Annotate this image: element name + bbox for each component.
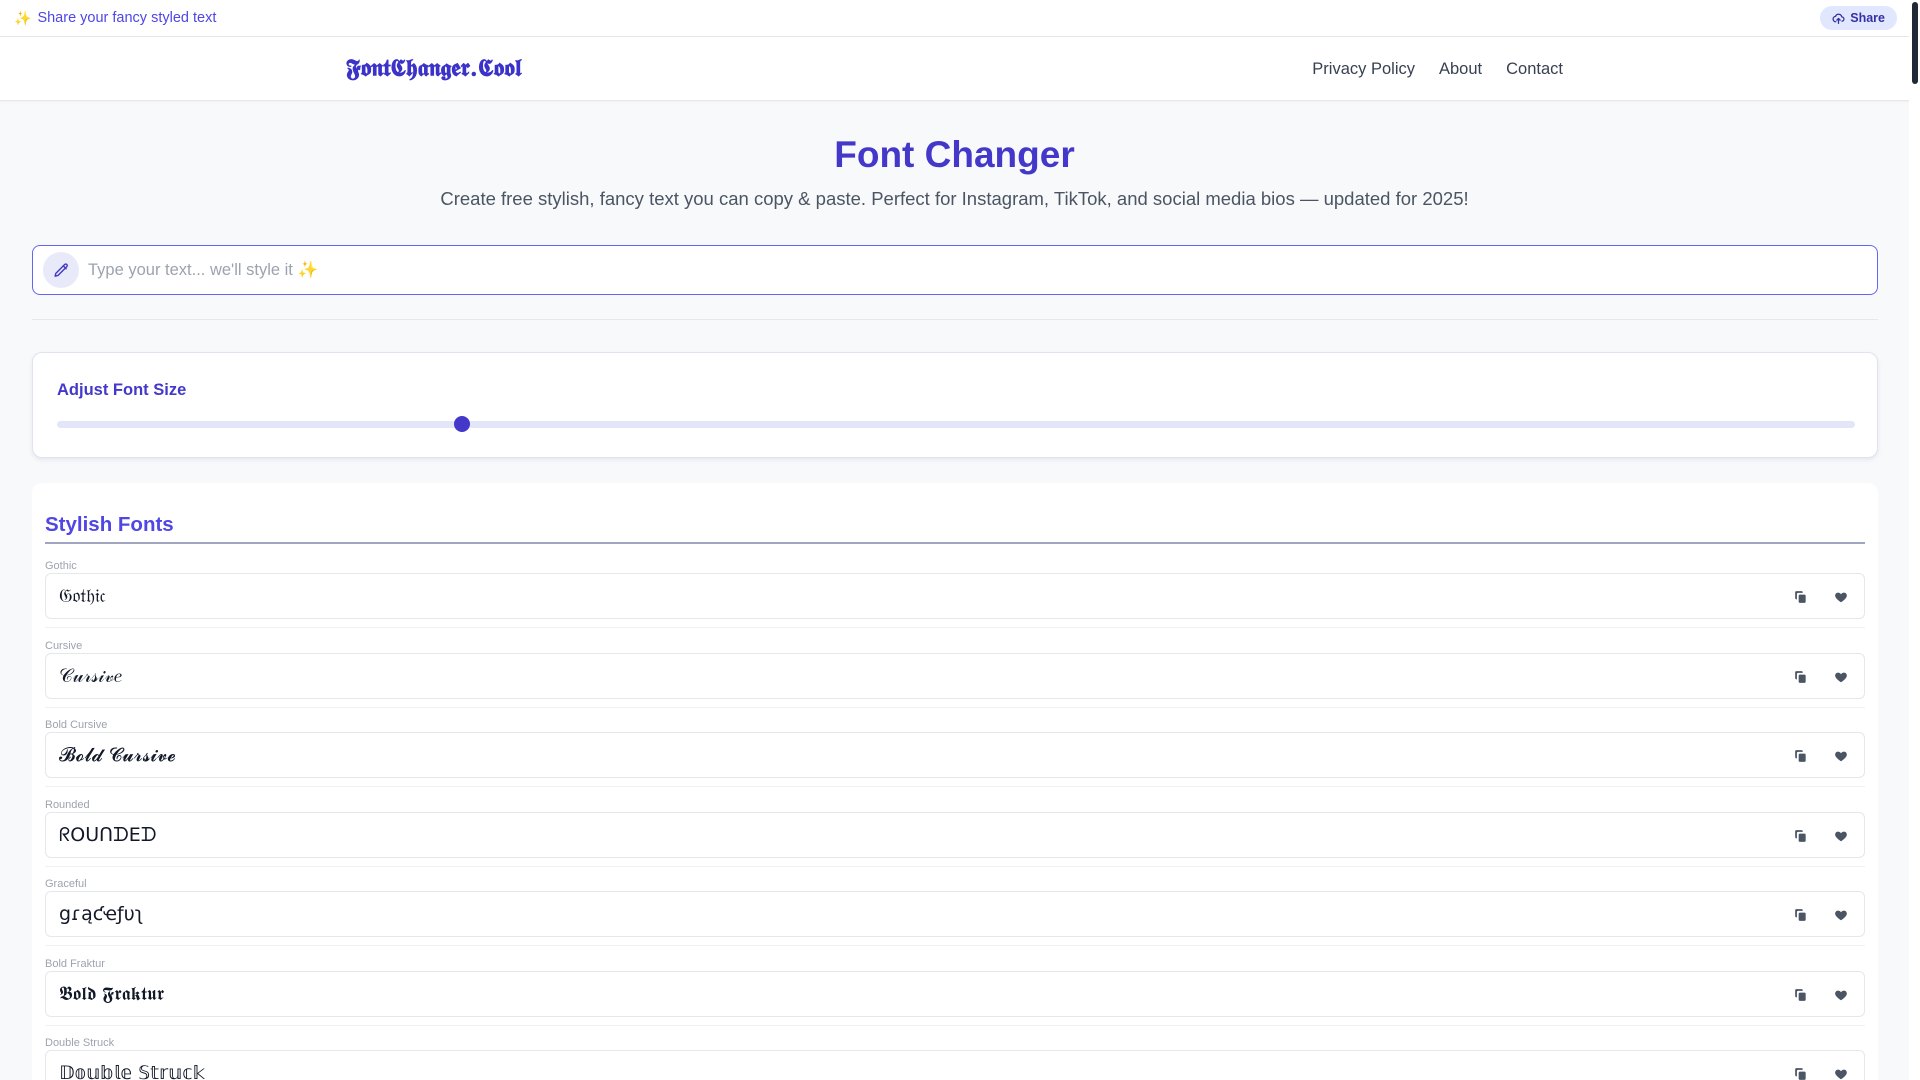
font-item-divider bbox=[45, 627, 1865, 628]
font-preview-row[interactable]: 𝒞𝓊𝓇𝓈𝒾𝓋𝑒 bbox=[45, 652, 1865, 700]
heart-icon[interactable] bbox=[1832, 827, 1850, 845]
cloud-upload-icon bbox=[1832, 13, 1845, 24]
font-preview-row[interactable]: ᖇOᑌᑎᗪEᗪ bbox=[45, 811, 1865, 859]
font-sample-text: ցɾąƈҽƒυʅ bbox=[59, 903, 144, 925]
nav-links: Privacy Policy About Contact bbox=[1312, 37, 1563, 101]
font-item: Rounded ᖇOᑌᑎᗪEᗪ bbox=[45, 799, 1865, 879]
font-item-divider bbox=[45, 706, 1865, 708]
font-preview-row[interactable]: 𝔊𝔬𝔱𝔥𝔦𝔠 bbox=[45, 573, 1865, 619]
style-text-input[interactable] bbox=[88, 260, 1868, 280]
font-item-divider bbox=[45, 1024, 1865, 1026]
scrollbar-thumb[interactable] bbox=[1912, 2, 1918, 84]
font-sample-text: 𝕭𝖔𝖑𝖉 𝕱𝖗𝖆𝖐𝖙𝖚𝖗 bbox=[59, 982, 165, 1005]
heart-icon[interactable] bbox=[1832, 986, 1850, 1004]
heart-icon[interactable] bbox=[1832, 747, 1850, 765]
font-item-divider bbox=[45, 786, 1865, 787]
announcement-text: Share your fancy styled text bbox=[37, 10, 217, 26]
font-actions bbox=[1792, 892, 1850, 938]
site-logo[interactable]: 𝕱𝖔𝖓𝖙𝕮𝖍𝖆𝖓𝖌𝖊𝖗.𝕮𝖔𝖔𝖑 bbox=[346, 53, 522, 82]
font-preview-row[interactable]: ցɾąƈҽƒυʅ bbox=[45, 891, 1865, 937]
font-item: Graceful ցɾąƈҽƒυʅ bbox=[45, 878, 1865, 958]
font-preview-row[interactable]: 𝓑𝓸𝓵𝓭 𝓒𝓾𝓻𝓼𝓲𝓿𝓮 bbox=[45, 732, 1865, 778]
nav-link-contact[interactable]: Contact bbox=[1506, 60, 1563, 79]
page-scrollbar[interactable] bbox=[1909, 0, 1920, 1080]
font-size-label: Adjust Font Size bbox=[57, 381, 187, 399]
font-style-label: Double Struck bbox=[45, 1037, 115, 1049]
copy-icon[interactable] bbox=[1792, 747, 1810, 765]
font-actions bbox=[1792, 813, 1850, 859]
font-sample-text: 𝓑𝓸𝓵𝓭 𝓒𝓾𝓻𝓼𝓲𝓿𝓮 bbox=[59, 744, 176, 766]
heart-icon[interactable] bbox=[1832, 1065, 1850, 1080]
font-preview-row[interactable]: 𝔻𝕠𝕦𝕓𝕝𝕖 𝕊𝕥𝕣𝕦𝕔𝕜 bbox=[45, 1050, 1865, 1080]
font-size-slider-thumb[interactable] bbox=[453, 416, 470, 432]
font-item: Cursive 𝒞𝓊𝓇𝓈𝒾𝓋𝑒 bbox=[45, 640, 1865, 720]
page-title: Font Changer bbox=[834, 134, 1075, 175]
font-style-label: Bold Fraktur bbox=[45, 957, 105, 970]
copy-icon[interactable] bbox=[1792, 986, 1810, 1004]
nav-link-about[interactable]: About bbox=[1439, 60, 1482, 79]
font-actions bbox=[1792, 574, 1850, 620]
stylish-fonts-heading: Stylish Fonts bbox=[45, 513, 174, 536]
font-size-slider-track[interactable] bbox=[57, 421, 1855, 428]
font-style-label: Graceful bbox=[45, 878, 87, 890]
main-navigation: 𝕱𝖔𝖓𝖙𝕮𝖍𝖆𝖓𝖌𝖊𝖗.𝕮𝖔𝖔𝖑 Privacy Policy About Co… bbox=[0, 37, 1909, 101]
heart-icon[interactable] bbox=[1832, 668, 1850, 686]
font-item: Bold Fraktur 𝕭𝖔𝖑𝖉 𝕱𝖗𝖆𝖐𝖙𝖚𝖗 bbox=[45, 958, 1865, 1038]
font-item: Bold Cursive 𝓑𝓸𝓵𝓭 𝓒𝓾𝓻𝓼𝓲𝓿𝓮 bbox=[45, 719, 1865, 799]
font-sample-text: 𝔻𝕠𝕦𝕓𝕝𝕖 𝕊𝕥𝕣𝕦𝕔𝕜 bbox=[59, 1062, 206, 1080]
heart-icon[interactable] bbox=[1832, 588, 1850, 606]
font-actions bbox=[1792, 654, 1850, 700]
font-style-label: Rounded bbox=[45, 798, 90, 811]
share-button-label: Share bbox=[1850, 11, 1885, 25]
copy-icon[interactable] bbox=[1792, 1065, 1810, 1080]
announcement-message-group: ✨ Share your fancy styled text bbox=[14, 10, 216, 26]
font-item-divider bbox=[45, 945, 1865, 946]
font-sample-text: 𝒞𝓊𝓇𝓈𝒾𝓋𝑒 bbox=[59, 664, 122, 687]
font-preview-row[interactable]: 𝕭𝖔𝖑𝖉 𝕱𝖗𝖆𝖐𝖙𝖚𝖗 bbox=[45, 970, 1865, 1018]
font-sample-text: ᖇOᑌᑎᗪEᗪ bbox=[59, 823, 157, 846]
heart-icon[interactable] bbox=[1832, 906, 1850, 924]
section-divider bbox=[32, 319, 1878, 320]
font-actions bbox=[1792, 733, 1850, 779]
font-actions bbox=[1792, 1051, 1850, 1080]
copy-icon[interactable] bbox=[1792, 827, 1810, 845]
pencil-icon bbox=[43, 252, 79, 288]
font-style-label: Cursive bbox=[45, 639, 83, 652]
copy-icon[interactable] bbox=[1792, 906, 1810, 924]
copy-icon[interactable] bbox=[1792, 588, 1810, 606]
font-style-label: Gothic bbox=[45, 560, 77, 572]
nav-link-privacy-policy[interactable]: Privacy Policy bbox=[1312, 60, 1415, 79]
heading-underline bbox=[45, 542, 1865, 544]
sparkle-icon: ✨ bbox=[14, 10, 32, 26]
font-item: Double Struck 𝔻𝕠𝕦𝕓𝕝𝕖 𝕊𝕥𝕣𝕦𝕔𝕜 bbox=[45, 1037, 1865, 1080]
font-actions bbox=[1792, 972, 1850, 1018]
text-input-container bbox=[32, 245, 1878, 295]
copy-icon[interactable] bbox=[1792, 668, 1810, 686]
font-style-label: Bold Cursive bbox=[45, 719, 108, 731]
font-sample-text: 𝔊𝔬𝔱𝔥𝔦𝔠 bbox=[59, 585, 106, 607]
page-subtitle: Create free stylish, fancy text you can … bbox=[440, 188, 1469, 209]
announcement-bar: ✨ Share your fancy styled text Share bbox=[0, 0, 1909, 37]
font-size-card: Adjust Font Size bbox=[32, 352, 1878, 458]
stylish-fonts-panel: Stylish Fonts Gothic 𝔊𝔬𝔱𝔥𝔦𝔠 Cursive 𝒞𝓊𝓇𝓈𝒾𝓋𝑒… bbox=[32, 483, 1878, 1080]
share-button[interactable]: Share bbox=[1820, 6, 1897, 30]
font-item: Gothic 𝔊𝔬𝔱𝔥𝔦𝔠 bbox=[45, 560, 1865, 640]
font-item-divider bbox=[45, 865, 1865, 867]
